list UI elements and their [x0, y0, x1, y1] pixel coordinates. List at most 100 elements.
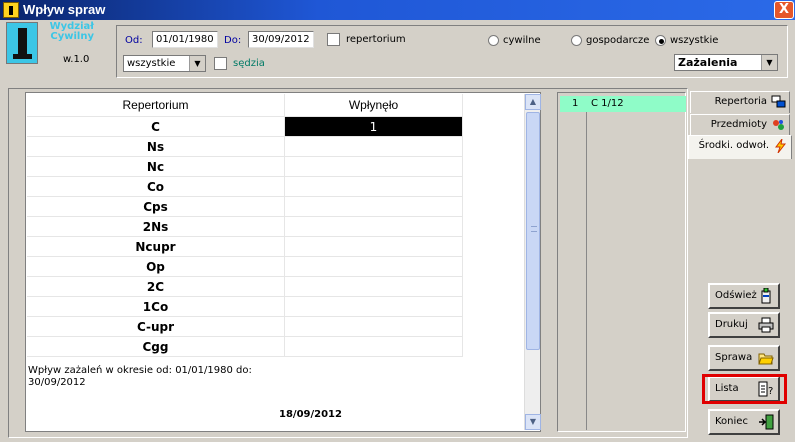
exit-button[interactable]: Koniec: [708, 409, 780, 435]
exit-button-label: Koniec: [715, 416, 748, 427]
wplynelo-cell[interactable]: [284, 256, 463, 277]
wplynelo-cell[interactable]: [284, 276, 463, 297]
wplynelo-cell[interactable]: [284, 336, 463, 357]
filter-select[interactable]: wszystkie ▼: [123, 55, 206, 72]
wplynelo-cell[interactable]: 1: [284, 116, 463, 137]
table-row[interactable]: Cps: [27, 196, 463, 217]
repertorium-cell[interactable]: Co: [27, 176, 285, 197]
wplynelo-cell[interactable]: [284, 156, 463, 177]
court-logo-icon: [6, 22, 38, 64]
scroll-up-icon[interactable]: ▲: [525, 94, 541, 110]
repertorium-cell[interactable]: C-upr: [27, 316, 285, 337]
scroll-thumb[interactable]: [526, 112, 540, 350]
table-row[interactable]: 1Co: [27, 296, 463, 317]
repertorium-cell[interactable]: Op: [27, 256, 285, 277]
repertorium-cell[interactable]: Nc: [27, 156, 285, 177]
app-icon: [3, 2, 19, 18]
repertorium-cell[interactable]: 2C: [27, 276, 285, 297]
type-select-value: Zażalenia: [678, 56, 738, 69]
column-header-repertorium: Repertorium: [27, 94, 285, 117]
repertorium-cell[interactable]: C: [27, 116, 285, 137]
wplynelo-cell[interactable]: [284, 216, 463, 237]
column-header-wplynelo: Wpłynęło: [284, 94, 463, 117]
filter-select-value: wszystkie: [127, 58, 176, 69]
table-row[interactable]: 2Ns: [27, 216, 463, 237]
repertorium-cell[interactable]: Cgg: [27, 336, 285, 357]
do-label: Do:: [224, 35, 242, 46]
radio-wszystkie-label: wszystkie: [670, 35, 719, 46]
folder-open-icon: [758, 353, 774, 365]
refresh-button[interactable]: Odśwież: [708, 283, 780, 309]
table-row[interactable]: Co: [27, 176, 463, 197]
wplynelo-cell[interactable]: [284, 136, 463, 157]
table-row[interactable]: Ns: [27, 136, 463, 157]
repertorium-cell[interactable]: 1Co: [27, 296, 285, 317]
grid-header-row: Repertorium Wpłynęło: [27, 94, 463, 117]
printer-icon: [758, 317, 774, 333]
case-button-label: Sprawa: [715, 352, 753, 363]
sedzia-checkbox[interactable]: [214, 57, 227, 70]
wplynelo-cell[interactable]: [284, 176, 463, 197]
window-title: Wpływ spraw: [23, 2, 106, 17]
list-divider: [586, 96, 587, 430]
case-list[interactable]: [557, 92, 686, 432]
tab-srodki-odwol[interactable]: Środki. odwoł.: [688, 135, 792, 159]
chevron-down-icon[interactable]: ▼: [761, 55, 777, 70]
refresh-icon: [761, 288, 771, 304]
tab-przedmioty[interactable]: Przedmioty: [690, 114, 790, 136]
od-label: Od:: [125, 35, 143, 46]
list-item-signature: C 1/12: [591, 98, 624, 109]
repertorium-cell[interactable]: Cps: [27, 196, 285, 217]
chevron-down-icon[interactable]: ▼: [189, 56, 205, 71]
radio-cywilne-label: cywilne: [503, 35, 541, 46]
highlight-frame: [702, 374, 787, 404]
radio-gospodarcze[interactable]: [571, 35, 582, 46]
tab-srodki-label: Środki. odwoł.: [698, 140, 769, 151]
report-grid: Repertorium Wpłynęło C 1 Ns Nc Co Cps 2Ns Ncupr…: [27, 94, 463, 357]
radio-wszystkie[interactable]: [655, 35, 666, 46]
radio-cywilne[interactable]: [488, 35, 499, 46]
wplynelo-cell[interactable]: [284, 236, 463, 257]
summary-text: Wpływ zażaleń w okresie od: 01/01/1980 d…: [28, 365, 252, 388]
title-bar: Wpływ spraw X: [0, 0, 795, 20]
table-row[interactable]: C1: [27, 116, 463, 137]
refresh-button-label: Odśwież: [715, 290, 757, 301]
repertorium-cell[interactable]: Ns: [27, 136, 285, 157]
repertorium-label: repertorium: [346, 34, 406, 45]
repertorium-cell[interactable]: 2Ns: [27, 216, 285, 237]
tab-repertoria-label: Repertoria: [714, 96, 767, 107]
sedzia-label: sędzia: [233, 58, 265, 69]
wplynelo-cell[interactable]: [284, 296, 463, 317]
report-date: 18/09/2012: [279, 409, 342, 420]
od-date-input[interactable]: 01/01/1980: [152, 31, 218, 48]
radio-gospodarcze-label: gospodarcze: [586, 35, 650, 46]
wplynelo-cell[interactable]: [284, 196, 463, 217]
type-select[interactable]: Zażalenia ▼: [674, 54, 778, 71]
table-row[interactable]: C-upr: [27, 316, 463, 337]
przedmioty-icon: [773, 120, 784, 130]
table-row[interactable]: Ncupr: [27, 236, 463, 257]
department-label: Wydział Cywilny: [49, 21, 94, 42]
repertoria-icon: [771, 95, 786, 108]
list-item[interactable]: 1 C 1/12: [560, 96, 686, 112]
table-row[interactable]: 2C: [27, 276, 463, 297]
exit-door-icon: [759, 414, 774, 430]
repertorium-checkbox[interactable]: [327, 33, 340, 46]
repertorium-cell[interactable]: Ncupr: [27, 236, 285, 257]
grid-scrollbar[interactable]: ▲ ▼: [524, 94, 541, 430]
close-button[interactable]: X: [774, 1, 794, 19]
print-button[interactable]: Drukuj: [708, 312, 780, 338]
tab-przedmioty-label: Przedmioty: [710, 119, 767, 130]
tab-repertoria[interactable]: Repertoria: [690, 91, 790, 113]
table-row[interactable]: Cgg: [27, 336, 463, 357]
print-button-label: Drukuj: [715, 319, 748, 330]
scroll-down-icon[interactable]: ▼: [525, 414, 541, 430]
srodki-icon: [775, 139, 787, 153]
wplynelo-cell[interactable]: [284, 316, 463, 337]
case-button[interactable]: Sprawa: [708, 345, 780, 371]
version-label: w.1.0: [63, 54, 90, 65]
table-row[interactable]: Op: [27, 256, 463, 277]
table-row[interactable]: Nc: [27, 156, 463, 177]
do-date-input[interactable]: 30/09/2012: [248, 31, 314, 48]
list-item-number: 1: [572, 98, 579, 109]
